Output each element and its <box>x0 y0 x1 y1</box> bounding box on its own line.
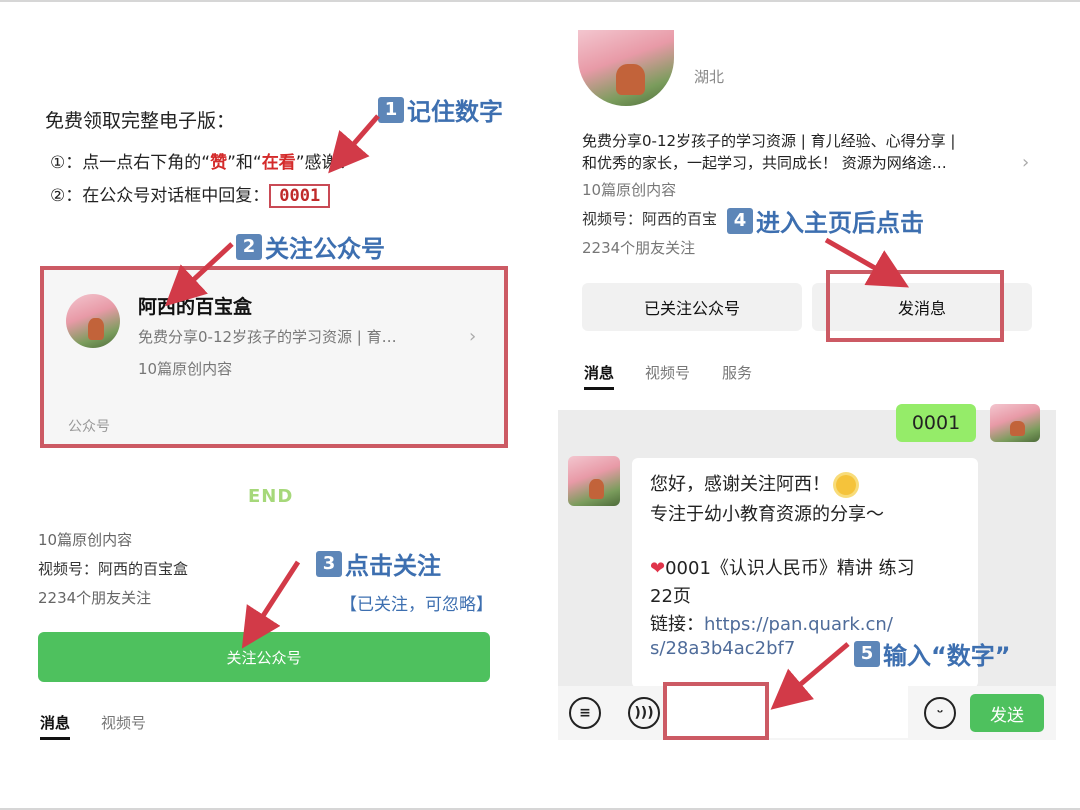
annotation-3: 3 点击关注 <box>316 546 441 581</box>
emoji-icon[interactable]: ᵕ <box>924 697 956 729</box>
profile-location: 湖北 <box>694 68 725 86</box>
annotation-1: 1 记住数字 <box>378 92 503 127</box>
account-avatar <box>66 294 120 348</box>
account-type-label: 公众号 <box>68 419 110 435</box>
annotation-5: 5 输入“数字” <box>854 636 1011 671</box>
left-friends-following: 2234个朋友关注 <box>38 589 152 607</box>
account-name: 阿西的百宝盒 <box>138 296 253 318</box>
follow-account-button[interactable]: 关注公众号 <box>38 632 490 682</box>
chevron-right-icon[interactable]: › <box>1022 152 1029 173</box>
user-message-bubble: 0001 <box>896 404 976 442</box>
reply-greeting: 您好，感谢关注阿西！ <box>650 470 856 496</box>
heart-icon: ❤ <box>650 558 666 579</box>
profile-description-line-1: 免费分享0-12岁孩子的学习资源 | 育儿经验、心得分享 | <box>582 132 956 150</box>
like-word: 赞 <box>210 153 228 173</box>
number-5-icon: 5 <box>854 640 880 667</box>
number-1-icon: 1 <box>378 96 404 123</box>
number-4-icon: 4 <box>727 207 753 234</box>
highlight-frame-send-message <box>826 270 1004 342</box>
tab-messages-right[interactable]: 消息 <box>584 362 615 390</box>
step-1-instruction: ①：点一点右下角的“赞”和“在看”感谢！ <box>50 153 356 173</box>
send-button[interactable]: 发送 <box>970 694 1044 732</box>
menu-list-icon[interactable]: ≡ <box>569 697 601 729</box>
annotation-3-note: 【已关注，可忽略】 <box>340 595 493 615</box>
number-3-icon: 3 <box>316 550 342 577</box>
left-video-channel: 视频号：阿西的百宝盒 <box>38 560 189 578</box>
reply-resource-pages: 22页 <box>650 586 691 607</box>
reply-intro: 专注于幼小教育资源的分享～ <box>650 504 884 525</box>
step-2-instruction: ②：在公众号对话框中回复： 0001 <box>50 181 331 208</box>
account-description: 免费分享0-12岁孩子的学习资源 | 育… <box>138 328 397 346</box>
reply-code-box: 0001 <box>269 184 331 208</box>
reply-link-line-2[interactable]: s/28a3b4ac2bf7 <box>650 638 795 659</box>
watching-word: 在看 <box>261 153 296 173</box>
tab-video-right[interactable]: 视频号 <box>645 362 690 383</box>
tab-messages-left[interactable]: 消息 <box>40 712 71 740</box>
followed-account-button[interactable]: 已关注公众号 <box>582 283 802 331</box>
profile-article-count: 10篇原创内容 <box>582 181 677 199</box>
official-account-card[interactable]: 阿西的百宝盒 免费分享0-12岁孩子的学习资源 | 育… › 10篇原创内容 公… <box>40 266 508 448</box>
account-chat-avatar <box>568 456 620 506</box>
account-article-count: 10篇原创内容 <box>138 360 233 378</box>
profile-description-line-2: 和优秀的家长，一起学习，共同成长！ 资源为网络途… <box>582 154 947 172</box>
left-article-count: 10篇原创内容 <box>38 531 133 549</box>
top-divider <box>0 0 1080 2</box>
highlight-frame-input <box>663 682 769 740</box>
arrow-3 <box>241 560 301 649</box>
sun-icon <box>835 475 856 495</box>
user-avatar <box>990 404 1040 442</box>
free-get-title: 免费领取完整电子版： <box>45 110 236 132</box>
number-2-icon: 2 <box>236 233 262 260</box>
annotation-4: 4 进入主页后点击 <box>727 203 924 238</box>
annotation-2: 2 关注公众号 <box>236 229 385 264</box>
profile-video-channel: 视频号：阿西的百宝 <box>582 210 718 228</box>
reply-resource-title: ❤0001《认识人民币》精讲 练习 <box>650 558 915 579</box>
end-marker: END <box>248 486 294 507</box>
tab-video-left[interactable]: 视频号 <box>101 712 146 733</box>
tab-services-right[interactable]: 服务 <box>722 362 752 383</box>
profile-friends-following: 2234个朋友关注 <box>582 239 696 257</box>
voice-icon[interactable]: ))) <box>628 697 660 729</box>
reply-link-line-1[interactable]: 链接：https://pan.quark.cn/ <box>650 610 893 636</box>
chevron-right-icon: › <box>469 326 477 347</box>
